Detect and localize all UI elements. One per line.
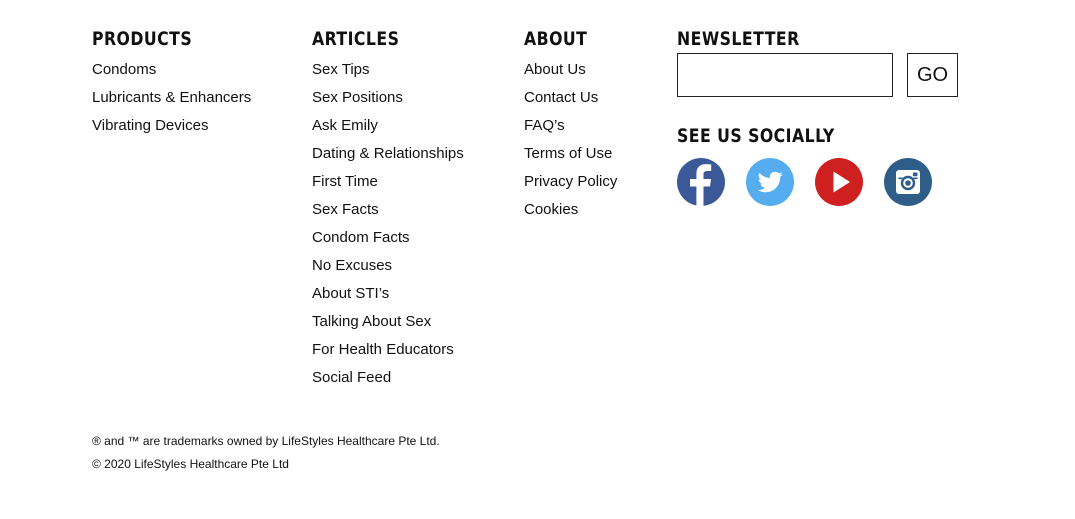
social-heading: SEE US SOCIALLY bbox=[677, 125, 835, 147]
link-terms-of-use[interactable]: Terms of Use bbox=[524, 140, 617, 168]
link-about-us[interactable]: About Us bbox=[524, 56, 617, 84]
instagram-icon[interactable] bbox=[884, 158, 932, 206]
copyright-notice: © 2020 LifeStyles Healthcare Pte Ltd bbox=[92, 457, 289, 471]
link-faqs[interactable]: FAQ’s bbox=[524, 112, 617, 140]
link-dating-relationships[interactable]: Dating & Relationships bbox=[312, 140, 464, 168]
articles-links: Sex Tips Sex Positions Ask Emily Dating … bbox=[312, 56, 464, 392]
link-contact-us[interactable]: Contact Us bbox=[524, 84, 617, 112]
link-social-feed[interactable]: Social Feed bbox=[312, 364, 464, 392]
link-sex-positions[interactable]: Sex Positions bbox=[312, 84, 464, 112]
newsletter-email-input[interactable] bbox=[677, 53, 893, 97]
link-sex-tips[interactable]: Sex Tips bbox=[312, 56, 464, 84]
link-ask-emily[interactable]: Ask Emily bbox=[312, 112, 464, 140]
about-links: About Us Contact Us FAQ’s Terms of Use P… bbox=[524, 56, 617, 224]
link-talking-about-sex[interactable]: Talking About Sex bbox=[312, 308, 464, 336]
products-links: Condoms Lubricants & Enhancers Vibrating… bbox=[92, 56, 251, 140]
link-sex-facts[interactable]: Sex Facts bbox=[312, 196, 464, 224]
link-privacy-policy[interactable]: Privacy Policy bbox=[524, 168, 617, 196]
facebook-icon[interactable] bbox=[677, 158, 725, 206]
link-lubricants-enhancers[interactable]: Lubricants & Enhancers bbox=[92, 84, 251, 112]
youtube-icon[interactable] bbox=[815, 158, 863, 206]
link-about-stis[interactable]: About STI’s bbox=[312, 280, 464, 308]
link-cookies[interactable]: Cookies bbox=[524, 196, 617, 224]
link-first-time[interactable]: First Time bbox=[312, 168, 464, 196]
about-heading: ABOUT bbox=[524, 28, 588, 50]
articles-heading: ARTICLES bbox=[312, 28, 400, 50]
link-for-health-educators[interactable]: For Health Educators bbox=[312, 336, 464, 364]
trademark-notice: ® and ™ are trademarks owned by LifeStyl… bbox=[92, 434, 440, 448]
newsletter-heading: NEWSLETTER bbox=[677, 28, 800, 50]
link-condoms[interactable]: Condoms bbox=[92, 56, 251, 84]
link-condom-facts[interactable]: Condom Facts bbox=[312, 224, 464, 252]
newsletter-go-button[interactable]: GO bbox=[907, 53, 958, 97]
link-no-excuses[interactable]: No Excuses bbox=[312, 252, 464, 280]
products-heading: PRODUCTS bbox=[92, 28, 193, 50]
link-vibrating-devices[interactable]: Vibrating Devices bbox=[92, 112, 251, 140]
twitter-icon[interactable] bbox=[746, 158, 794, 206]
